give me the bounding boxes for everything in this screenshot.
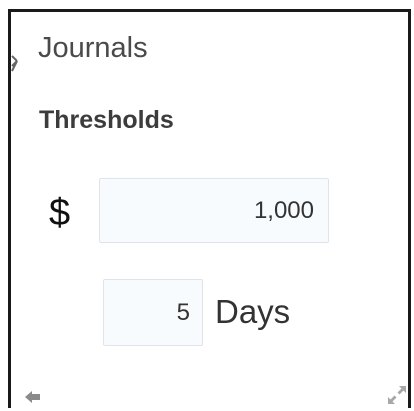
arrow-left-icon[interactable] — [25, 390, 41, 404]
thresholds-heading: Thresholds — [39, 106, 174, 134]
amount-input[interactable]: 1,000 — [99, 178, 329, 243]
days-label: Days — [215, 293, 291, 330]
journals-panel: Journals Thresholds $ 1,000 5 Days — [8, 9, 411, 408]
drag-handle-icon[interactable] — [11, 54, 21, 74]
days-input[interactable]: 5 — [103, 279, 203, 346]
panel-title: Journals — [38, 32, 148, 64]
expand-icon[interactable] — [386, 384, 408, 406]
currency-symbol: $ — [49, 192, 71, 234]
